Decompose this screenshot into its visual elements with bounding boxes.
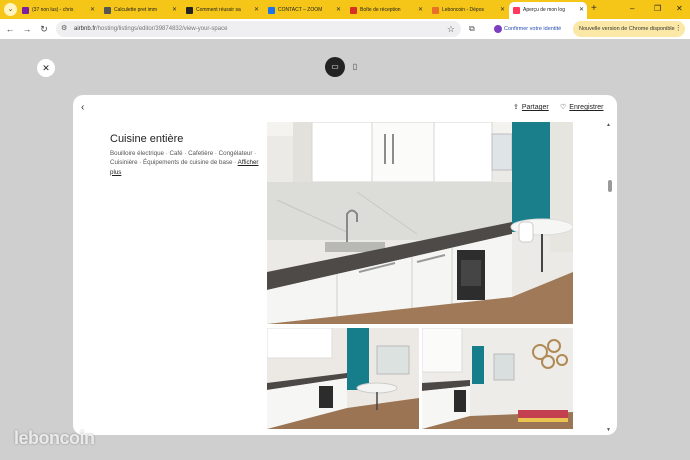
close-tab-icon[interactable]: ✕ bbox=[500, 2, 505, 19]
modal-scrollbar[interactable]: ▲ ▼ bbox=[606, 122, 614, 460]
forward-arrow-icon[interactable]: → bbox=[20, 22, 34, 36]
close-tab-icon[interactable]: ✕ bbox=[579, 2, 584, 19]
more-menu-icon[interactable]: ⋮ bbox=[675, 21, 682, 37]
identity-chip[interactable]: Confirmer votre identité bbox=[492, 22, 561, 36]
reload-icon[interactable]: ↻ bbox=[37, 22, 51, 36]
tab-title: Calculette pret imm bbox=[114, 7, 158, 13]
zoom-icon bbox=[268, 7, 275, 14]
browser-tab[interactable]: Comment réussir sa ✕ bbox=[182, 2, 262, 19]
amenities-text: Bouilloire électrique · Café · Cafetière… bbox=[110, 150, 257, 167]
close-window-icon[interactable]: ✕ bbox=[676, 3, 683, 15]
page-content: ✕ ▭ ▯ ‹ ⇪ Partager ♡ Enregistrer Cuisine e… bbox=[0, 39, 690, 460]
extensions-icon[interactable]: ⧉ bbox=[469, 23, 475, 35]
leboncoin-watermark: leboncoin bbox=[14, 428, 95, 448]
scroll-up-icon[interactable]: ▲ bbox=[606, 122, 611, 128]
kitchen-photo-main[interactable] bbox=[267, 122, 573, 324]
scroll-down-icon[interactable]: ▼ bbox=[606, 427, 611, 433]
browser-tab[interactable]: (37 non lus) - chris ✕ bbox=[18, 2, 98, 19]
close-tab-icon[interactable]: ✕ bbox=[254, 2, 259, 19]
tab-title: CONTACT – ZOOM bbox=[278, 7, 323, 13]
heart-icon: ♡ bbox=[560, 104, 567, 111]
kitchen-photo-3[interactable] bbox=[422, 328, 573, 429]
tab-title: Leboncoin - Dépos bbox=[442, 7, 484, 13]
photo-tour-modal: ‹ ⇪ Partager ♡ Enregistrer Cuisine entière… bbox=[73, 95, 617, 435]
mobile-view-icon[interactable]: ▯ bbox=[345, 57, 365, 77]
browser-tab[interactable]: CONTACT – ZOOM ✕ bbox=[264, 2, 344, 19]
profile-avatar bbox=[494, 25, 502, 33]
url-path: /hosting/listings/editor/39874832/view-y… bbox=[96, 26, 228, 32]
share-label: Partager bbox=[521, 104, 549, 111]
close-preview-button[interactable]: ✕ bbox=[37, 59, 55, 77]
gmail-icon bbox=[350, 7, 357, 14]
tab-search-button[interactable]: ⌄ bbox=[4, 3, 17, 16]
bank-icon bbox=[104, 7, 111, 14]
share-button[interactable]: ⇪ Partager bbox=[513, 103, 549, 113]
browser-tab-strip: ⌄ (37 non lus) - chris ✕ Calculette pret… bbox=[0, 0, 690, 19]
minimize-icon[interactable]: – bbox=[630, 3, 634, 15]
save-button[interactable]: ♡ Enregistrer bbox=[560, 103, 604, 113]
close-tab-icon[interactable]: ✕ bbox=[418, 2, 423, 19]
close-tab-icon[interactable]: ✕ bbox=[336, 2, 341, 19]
desktop-view-icon[interactable]: ▭ bbox=[325, 57, 345, 77]
close-tab-icon[interactable]: ✕ bbox=[90, 2, 95, 19]
leboncoin-icon bbox=[432, 7, 439, 14]
browser-tab[interactable]: Calculette pret imm ✕ bbox=[100, 2, 180, 19]
site-info-icon[interactable]: ⚙ bbox=[61, 24, 67, 34]
tab-title: Comment réussir sa bbox=[196, 7, 241, 13]
close-tab-icon[interactable]: ✕ bbox=[172, 2, 177, 19]
browser-tab-active[interactable]: Aperçu de mon log ✕ bbox=[509, 2, 587, 19]
share-icon: ⇪ bbox=[513, 104, 519, 111]
mail-icon bbox=[22, 7, 29, 14]
address-bar[interactable]: ⚙ airbnb.fr/hosting/listings/editor/3987… bbox=[56, 21, 461, 37]
kitchen-photo-2[interactable] bbox=[267, 328, 419, 429]
scroll-thumb[interactable] bbox=[608, 180, 612, 192]
page-icon bbox=[186, 7, 193, 14]
tab-title: (37 non lus) - chris bbox=[32, 7, 74, 13]
restore-icon[interactable]: ❐ bbox=[654, 3, 661, 15]
airbnb-icon bbox=[513, 7, 520, 14]
back-button[interactable]: ‹ bbox=[81, 101, 84, 115]
save-label: Enregistrer bbox=[569, 104, 604, 111]
tab-title: Aperçu de mon log bbox=[523, 7, 565, 13]
identity-label: Confirmer votre identité bbox=[504, 26, 562, 32]
bookmark-star-icon[interactable]: ☆ bbox=[447, 23, 455, 35]
url-domain: airbnb.fr bbox=[74, 26, 97, 32]
url-text[interactable]: airbnb.fr/hosting/listings/editor/398748… bbox=[74, 21, 227, 37]
chrome-update-button[interactable]: Nouvelle version de Chrome disponible ⋮ bbox=[573, 21, 685, 37]
browser-tab[interactable]: Leboncoin - Dépos ✕ bbox=[428, 2, 508, 19]
tab-title: Boîte de réception bbox=[360, 7, 401, 13]
browser-toolbar: ← → ↻ ⚙ airbnb.fr/hosting/listings/edito… bbox=[0, 19, 690, 39]
section-title: Cuisine entière bbox=[110, 133, 184, 145]
update-label: Nouvelle version de Chrome disponible bbox=[579, 26, 675, 32]
browser-tab[interactable]: Boîte de réception ✕ bbox=[346, 2, 426, 19]
new-tab-button[interactable]: + bbox=[591, 2, 597, 16]
amenities-list: Bouilloire électrique · Café · Cafetière… bbox=[110, 149, 260, 177]
back-arrow-icon[interactable]: ← bbox=[3, 22, 17, 36]
